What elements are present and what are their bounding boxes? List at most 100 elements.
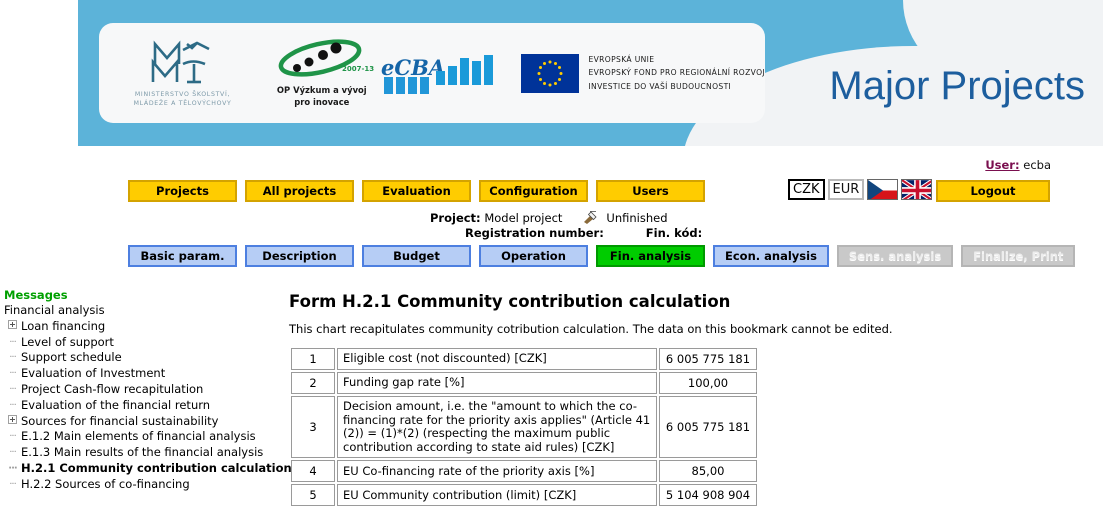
opvavpi-logo-text: OP Výzkum a vývoj pro inovace: [277, 85, 367, 108]
nav-button-all-projects[interactable]: All projects: [245, 180, 354, 202]
row-number: 3: [291, 396, 335, 459]
opvavpi-mark-icon: 2007-13: [278, 39, 374, 77]
nav-button-evaluation[interactable]: Evaluation: [362, 180, 471, 202]
sidebar-messages-link[interactable]: Messages: [4, 288, 284, 302]
page-root: MINISTERSTVO ŠKOLSTVÍ, MLÁDEŽE A TĚLOVÝC…: [0, 0, 1103, 522]
sidebar-item-label: Project Cash-flow recapitulation: [21, 381, 204, 396]
msmt-mark-icon: [151, 40, 210, 83]
sidebar-item-e13-main-results[interactable]: ··· E.1.3 Main results of the financial …: [4, 445, 284, 461]
community-contribution-table: 1 Eligible cost (not discounted) [CZK] 6…: [289, 346, 759, 508]
svg-text:eCBA: eCBA: [381, 55, 445, 80]
row-number: 4: [291, 460, 335, 483]
row-number: 2: [291, 372, 335, 394]
eu-line3: INVESTICE DO VAŠÍ BUDOUCNOSTI: [588, 81, 732, 91]
tab-fin-analysis[interactable]: Fin. analysis: [596, 245, 705, 267]
table-row: 1 Eligible cost (not discounted) [CZK] 6…: [291, 348, 757, 370]
project-label: Project:: [430, 211, 481, 225]
eu-logo: EVROPSKÁ UNIE EVROPSKÝ FOND PRO REGIONÁL…: [521, 53, 765, 93]
msmt-line1: MINISTERSTVO ŠKOLSTVÍ,: [134, 90, 231, 98]
tab-econ-analysis[interactable]: Econ. analysis: [713, 245, 829, 267]
msmt-logo-text: MINISTERSTVO ŠKOLSTVÍ, MLÁDEŽE A TĚLOVÝC…: [134, 91, 232, 109]
sidebar-item-label: H.2.1 Community contribution calculation: [21, 460, 292, 475]
currency-czk-button[interactable]: CZK: [788, 179, 825, 200]
page-title: Major Projects: [829, 64, 1085, 108]
tab-budget[interactable]: Budget: [362, 245, 471, 267]
logout-button[interactable]: Logout: [936, 180, 1050, 202]
section-tabs: Basic param. Description Budget Operatio…: [128, 245, 1076, 267]
form-description: This chart recapitulates community cotri…: [289, 322, 893, 336]
tab-description[interactable]: Description: [245, 245, 354, 267]
row-value: 6 005 775 181: [659, 396, 757, 459]
project-info: Project: Model project Unfinished Regist…: [430, 210, 702, 241]
row-value: 6 005 775 181: [659, 348, 757, 370]
ecba-mark-icon: eCBA: [381, 55, 494, 94]
row-label: Eligible cost (not discounted) [CZK]: [337, 348, 657, 370]
sidebar-item-label: E.1.2 Main elements of financial analysi…: [21, 429, 256, 444]
sidebar-item-h22-sources-of-co-financing[interactable]: ··· H.2.2 Sources of co-financing: [4, 477, 284, 493]
project-name: Model project: [484, 211, 563, 225]
sidebar-item-label: Loan financing: [21, 318, 106, 333]
msmt-line2: MLÁDEŽE A TĚLOVÝCHOVY: [133, 99, 232, 107]
tree-branch-icon: ···: [9, 368, 17, 380]
opvavpi-line2: pro inovace: [294, 96, 350, 107]
eu-logo-text: EVROPSKÁ UNIE EVROPSKÝ FOND PRO REGIONÁL…: [588, 53, 765, 93]
primary-nav: Projects All projects Evaluation Configu…: [128, 180, 705, 202]
row-label: EU Community contribution (limit) [CZK]: [337, 484, 657, 507]
nav-button-configuration[interactable]: Configuration: [479, 180, 588, 202]
sidebar-item-label: Sources for financial sustainability: [21, 413, 219, 428]
sidebar-item-label: Evaluation of Investment: [21, 366, 166, 381]
cz-flag-icon[interactable]: [867, 179, 899, 200]
registration-number-label: Registration number:: [465, 226, 604, 240]
sidebar-item-evaluation-of-the-financial-return[interactable]: ··· Evaluation of the financial return: [4, 398, 284, 414]
row-value: 100,00: [659, 372, 757, 394]
project-info-row-1: Project: Model project Unfinished: [430, 210, 702, 226]
eu-line2: EVROPSKÝ FOND PRO REGIONÁLNÍ ROZVOJ: [588, 68, 765, 78]
sidebar-item-label: E.1.3 Main results of the financial anal…: [21, 445, 264, 460]
table-row: 2 Funding gap rate [%] 100,00: [291, 372, 757, 394]
sidebar-item-project-cash-flow-recapitulation[interactable]: ··· Project Cash-flow recapitulation: [4, 382, 284, 398]
uk-flag-icon[interactable]: [901, 179, 933, 200]
tree-branch-icon: ···: [9, 399, 17, 411]
sidebar-item-level-of-support[interactable]: ··· Level of support: [4, 335, 284, 351]
sidebar-item-sources-for-financial-sustainability[interactable]: Sources for financial sustainability: [4, 414, 284, 430]
tab-basic-param[interactable]: Basic param.: [128, 245, 237, 267]
tree-branch-icon: ···: [8, 462, 17, 474]
tree-branch-icon: ···: [9, 336, 17, 348]
row-number: 5: [291, 484, 335, 507]
sidebar-item-loan-financing[interactable]: Loan financing: [4, 319, 284, 335]
tree-branch-icon: ···: [9, 478, 17, 490]
table-row: 5 EU Community contribution (limit) [CZK…: [291, 484, 757, 507]
svg-text:2007-13: 2007-13: [342, 65, 374, 73]
row-value: 5 104 908 904: [659, 484, 757, 507]
form-title: Form H.2.1 Community contribution calcul…: [289, 292, 731, 311]
sidebar-tree-root[interactable]: Financial analysis: [4, 303, 284, 319]
eu-flag-icon: [521, 53, 580, 93]
tree-branch-icon: ···: [9, 431, 17, 443]
user-name: ecba: [1023, 158, 1051, 172]
row-label: Decision amount, i.e. the "amount to whi…: [337, 396, 657, 459]
project-status: Unfinished: [606, 211, 668, 225]
eu-line1: EVROPSKÁ UNIE: [588, 55, 655, 65]
opvavpi-logo: 2007-13 OP Výzkum a vývoj pro inovace: [266, 38, 377, 108]
tab-sens-analysis: Sens. analysis: [836, 245, 954, 267]
expand-plus-icon[interactable]: [4, 319, 21, 335]
sidebar-item-evaluation-of-investment[interactable]: ··· Evaluation of Investment: [4, 366, 284, 382]
sidebar-item-e12-main-elements[interactable]: ··· E.1.2 Main elements of financial ana…: [4, 429, 284, 445]
table-row: 3 Decision amount, i.e. the "amount to w…: [291, 396, 757, 459]
nav-button-users[interactable]: Users: [596, 180, 705, 202]
sidebar: Messages Financial analysis Loan financi…: [4, 288, 292, 493]
sidebar-item-label: Support schedule: [21, 350, 122, 365]
sidebar-item-h21-community-contribution-calculation[interactable]: ··· H.2.1 Community contribution calcula…: [4, 461, 291, 477]
nav-button-projects[interactable]: Projects: [128, 180, 237, 202]
sidebar-item-label: H.2.2 Sources of co-financing: [21, 476, 190, 491]
expand-plus-icon[interactable]: [4, 414, 21, 430]
row-label: EU Co-financing rate of the priority axi…: [337, 460, 657, 483]
sidebar-item-support-schedule[interactable]: ··· Support schedule: [4, 350, 284, 366]
tab-operation[interactable]: Operation: [479, 245, 588, 267]
ecba-logo: eCBA: [377, 50, 507, 96]
user-label: User:: [985, 158, 1020, 172]
main-content: Form H.2.1 Community contribution calcul…: [289, 292, 1089, 508]
row-label: Funding gap rate [%]: [337, 372, 657, 394]
tree-branch-icon: ···: [9, 447, 17, 459]
currency-eur-button[interactable]: EUR: [827, 179, 865, 200]
